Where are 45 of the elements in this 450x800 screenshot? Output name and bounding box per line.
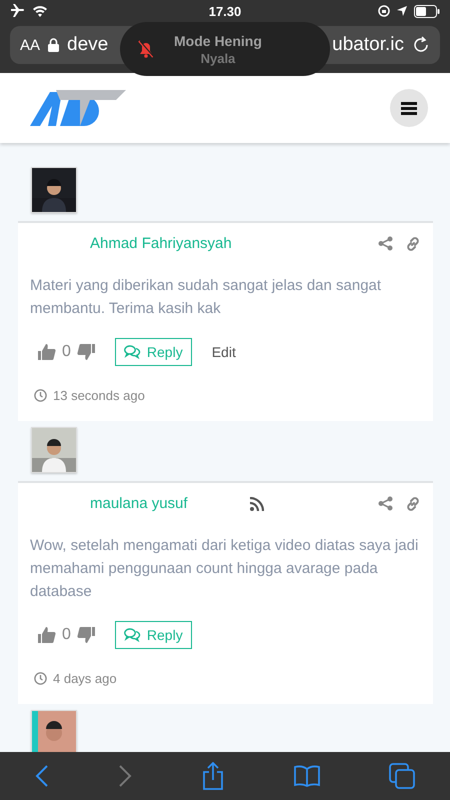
toast-title: Mode Hening [174, 32, 262, 48]
back-icon[interactable] [34, 765, 49, 787]
reply-button[interactable]: Reply [114, 621, 192, 649]
muted-bell-icon [136, 39, 156, 59]
thumbs-down-icon[interactable] [76, 626, 95, 644]
edit-link[interactable]: Edit [212, 344, 236, 360]
thumbs-up-icon[interactable] [38, 343, 56, 361]
author-name[interactable]: maulana yusuf [90, 495, 188, 512]
clock-time: 17.30 [208, 4, 242, 18]
menu-button[interactable] [390, 89, 428, 127]
link-icon[interactable] [405, 236, 421, 252]
tabs-icon[interactable] [389, 763, 416, 789]
reload-icon[interactable] [412, 36, 430, 54]
text-size-button[interactable]: AA [20, 36, 40, 54]
wifi-icon [32, 5, 48, 17]
clock-icon [34, 389, 47, 402]
author-name[interactable]: Ahmad Fahriyansyah [90, 235, 232, 252]
chat-bubbles-icon [124, 345, 141, 359]
airplane-icon [10, 4, 26, 18]
comment-time: 4 days ago [53, 671, 117, 686]
vote-count: 0 [62, 626, 71, 644]
thumbs-up-icon[interactable] [38, 626, 56, 644]
toast-subtitle: Nyala [200, 50, 236, 66]
forward-icon[interactable] [118, 765, 132, 787]
thumbs-down-icon[interactable] [76, 343, 95, 361]
comment-time: 13 seconds ago [53, 388, 145, 403]
url-text: deve [67, 34, 108, 56]
battery-icon [414, 4, 440, 18]
link-icon[interactable] [405, 496, 421, 512]
share-icon[interactable] [378, 496, 393, 511]
comment-text: Wow, setelah mengamati dari ketiga video diatas saya jadi memahami penggunaan count hingga avarage pada database [30, 536, 420, 602]
comment-text: Materi yang diberikan sudah sangat jelas dan sangat membantu. Terima kasih kak [30, 276, 382, 319]
menu-icon [401, 102, 417, 114]
reply-button[interactable]: Reply [114, 338, 192, 366]
chat-bubbles-icon [124, 628, 141, 642]
rss-icon[interactable] [250, 496, 264, 510]
clock-icon [34, 672, 47, 685]
location-arrow-icon [396, 5, 408, 17]
share-icon[interactable] [202, 762, 224, 790]
share-icon[interactable] [378, 236, 393, 251]
vote-count: 0 [62, 343, 71, 361]
lock-icon [48, 38, 60, 52]
bookmarks-icon[interactable] [294, 765, 320, 787]
url-text: ubator.ic [332, 34, 404, 56]
rotation-lock-icon [378, 5, 390, 17]
